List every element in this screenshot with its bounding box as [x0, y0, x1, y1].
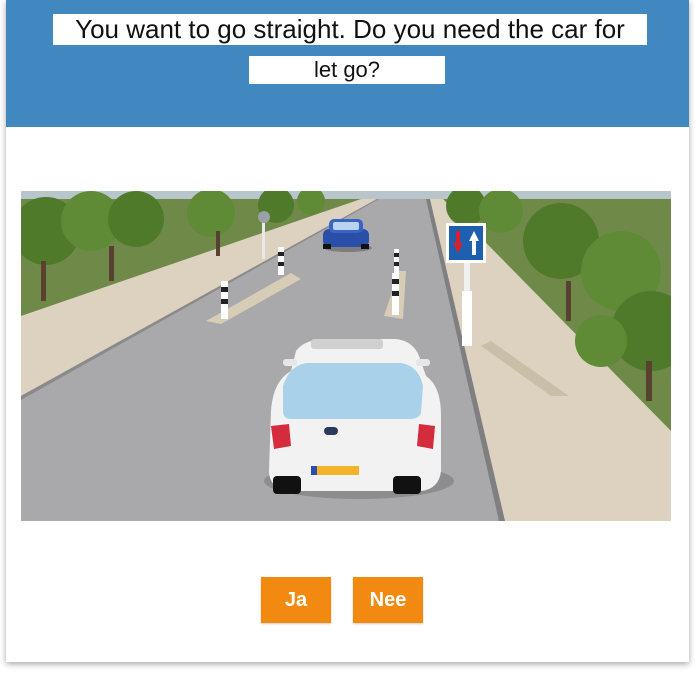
- question-text-line-1: You want to go straight. Do you need the…: [53, 14, 647, 45]
- white-car: [264, 339, 454, 499]
- traffic-scene-image: [21, 191, 671, 521]
- question-text-line-2: let go?: [249, 56, 445, 84]
- answer-buttons: Ja Nee: [6, 577, 689, 623]
- answer-no-button[interactable]: Nee: [353, 577, 423, 623]
- question-header: You want to go straight. Do you need the…: [6, 0, 689, 127]
- answer-yes-button[interactable]: Ja: [261, 577, 331, 623]
- question-card: You want to go straight. Do you need the…: [6, 0, 689, 662]
